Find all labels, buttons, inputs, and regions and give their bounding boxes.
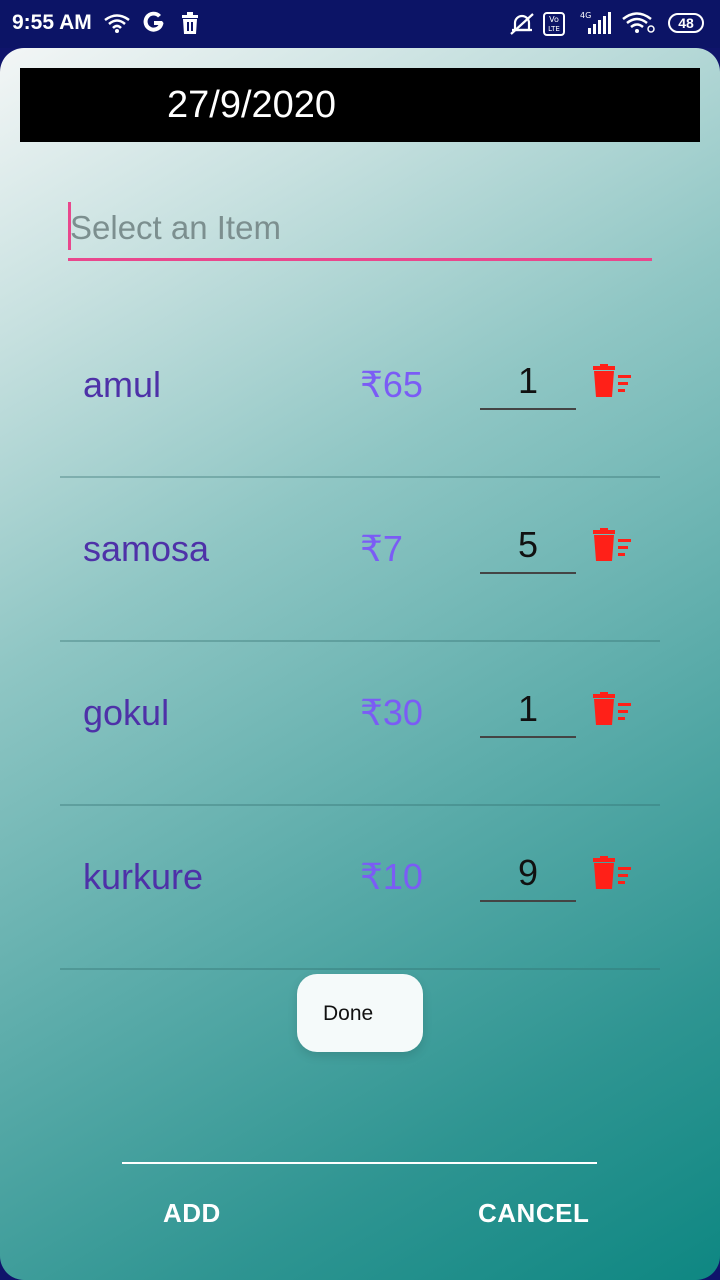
battery-icon: 48 (668, 13, 704, 33)
wifi-icon (622, 12, 655, 33)
svg-text:4G: 4G (580, 11, 591, 20)
cart-card: 27/9/2020 amul ₹65 1 samosa ₹7 5 (0, 48, 720, 1280)
quantity-input[interactable]: 1 (480, 682, 576, 738)
item-price: ₹30 (360, 692, 423, 733)
delete-sweep-icon[interactable] (592, 856, 634, 892)
quantity-value: 1 (517, 360, 539, 401)
alarm-off-icon (510, 13, 534, 35)
done-label: Done (323, 1002, 374, 1025)
keyboard-done-button[interactable]: Done (297, 974, 423, 1052)
item-search-field[interactable] (68, 200, 652, 261)
quantity-value: 1 (517, 688, 539, 729)
wifi-signal-icon (104, 14, 130, 33)
quantity-input[interactable]: 1 (480, 354, 576, 410)
item-name: kurkure (83, 856, 204, 897)
delete-sweep-icon[interactable] (592, 692, 634, 728)
quantity-value: 9 (517, 852, 539, 893)
list-item: amul ₹65 1 (60, 312, 660, 478)
item-name: amul (83, 364, 162, 405)
actions-divider (122, 1162, 597, 1164)
cancel-button[interactable]: CANCEL (478, 1198, 589, 1229)
quantity-input[interactable]: 5 (480, 518, 576, 574)
item-name: samosa (83, 528, 210, 569)
svg-text:Vo: Vo (549, 15, 559, 24)
quantity-value: 5 (517, 524, 539, 565)
date-label: 27/9/2020 (167, 84, 337, 126)
status-bar: 9:55 AM Vo LTE 4G 48 (0, 0, 720, 48)
date-header[interactable]: 27/9/2020 (20, 68, 700, 142)
list-item: samosa ₹7 5 (60, 476, 660, 642)
list-item: gokul ₹30 1 (60, 640, 660, 806)
item-price: ₹65 (360, 364, 423, 405)
item-price: ₹10 (360, 856, 423, 897)
list-item: kurkure ₹10 9 (60, 804, 660, 970)
item-name: gokul (83, 692, 170, 733)
item-price: ₹7 (360, 528, 403, 569)
status-time: 9:55 AM (12, 11, 92, 34)
add-button[interactable]: ADD (163, 1198, 221, 1229)
cell-signal-icon: 4G (580, 11, 611, 34)
trash-icon (182, 12, 198, 34)
delete-sweep-icon[interactable] (592, 364, 634, 400)
volte-icon: Vo LTE (543, 12, 565, 36)
google-g-icon (143, 11, 164, 32)
svg-text:LTE: LTE (548, 25, 560, 33)
quantity-input[interactable]: 9 (480, 846, 576, 902)
item-search-input[interactable] (70, 200, 640, 256)
delete-sweep-icon[interactable] (592, 528, 634, 564)
